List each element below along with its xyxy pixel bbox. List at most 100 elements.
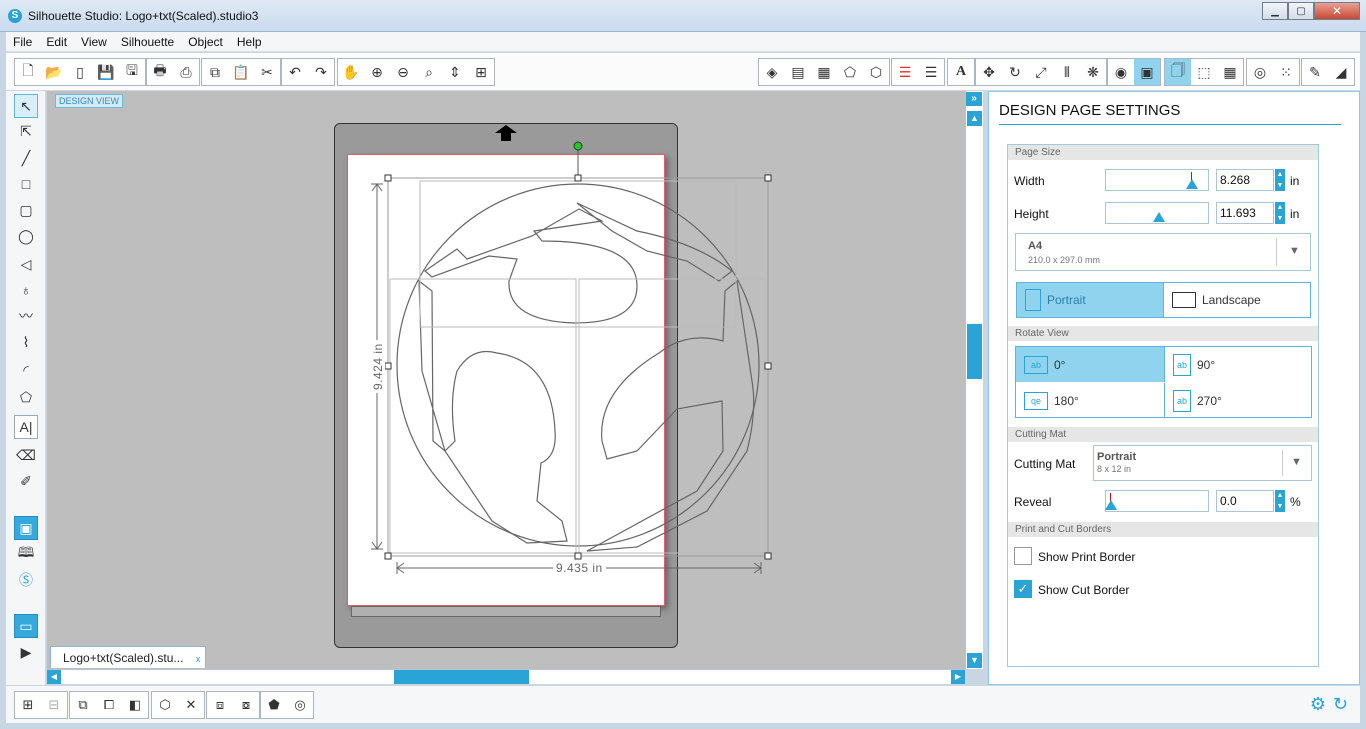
library-icon[interactable]: ▯ (67, 59, 93, 85)
rectangle-tool-icon[interactable]: □ (14, 172, 38, 196)
zoom-in-icon[interactable]: ⊕ (364, 59, 390, 85)
panel-toggle-icon[interactable]: ▭ (14, 614, 38, 638)
height-input[interactable]: 11.693 (1216, 202, 1274, 224)
document-tab[interactable]: Logo+txt(Scaled).stu... x (50, 646, 207, 670)
line-width-icon[interactable]: ☰ (918, 59, 944, 85)
scroll-right-icon[interactable]: ▶ (951, 670, 965, 684)
make-compound-path-icon[interactable]: ⧉ (70, 692, 96, 718)
select-tool-icon[interactable]: ↖ (14, 94, 38, 118)
delete-icon[interactable]: ✕ (178, 692, 204, 718)
line-color-icon[interactable]: ⬠ (837, 59, 863, 85)
fill-color-icon[interactable]: ◈ (759, 59, 785, 85)
release-compound-path-icon[interactable]: ⧠ (96, 692, 122, 718)
rotate-180-button[interactable]: qe 180° (1016, 383, 1164, 418)
reveal-spinner[interactable]: ▲ ▼ (1275, 490, 1285, 512)
open-folder-icon[interactable]: 📂 (41, 59, 67, 85)
close-button[interactable]: ✕ (1314, 2, 1360, 20)
width-slider[interactable] (1105, 169, 1209, 191)
transform-icon[interactable]: ✥ (976, 59, 1002, 85)
landscape-button[interactable]: Landscape (1163, 282, 1311, 318)
refresh-icon[interactable]: ↻ (1333, 694, 1348, 715)
fill-gradient-icon[interactable]: ▤ (785, 59, 811, 85)
play-icon[interactable]: ▶ (14, 640, 38, 664)
rotate-270-button[interactable]: ab 270° (1164, 383, 1312, 418)
cutting-mat-dropdown[interactable]: Portrait 8 x 12 in ▼ (1093, 445, 1312, 481)
scroll-down-icon[interactable]: ▼ (967, 653, 982, 668)
scroll-left-icon[interactable]: ◀ (47, 670, 61, 684)
menu-help[interactable]: Help (230, 35, 269, 49)
close-tab-icon[interactable]: x (196, 648, 201, 670)
align-icon[interactable]: ⫴ (1054, 59, 1080, 85)
menu-file[interactable]: File (6, 35, 39, 49)
polygon-tool-icon[interactable]: ◁ (14, 252, 38, 276)
zoom-selection-icon[interactable]: ⌕ (416, 59, 442, 85)
reveal-input[interactable]: 0.0 (1216, 490, 1274, 512)
menu-edit[interactable]: Edit (39, 35, 74, 49)
merge-icon[interactable]: ◧ (122, 692, 148, 718)
grid-icon[interactable]: ▦ (1217, 59, 1243, 85)
portrait-button[interactable]: Portrait (1016, 282, 1164, 318)
new-file-icon[interactable]: 🗋 (15, 59, 41, 85)
library-view-icon[interactable]: 🕮 (14, 542, 38, 566)
offset-icon[interactable]: ◉ (1108, 59, 1134, 85)
menu-silhouette[interactable]: Silhouette (114, 35, 181, 49)
duplicate-icon[interactable]: ⬡ (152, 692, 178, 718)
freehand-tool-icon[interactable]: 〰 (14, 304, 38, 328)
save-icon[interactable]: 💾 (93, 59, 119, 85)
rotate-90-button[interactable]: ab 90° (1164, 347, 1312, 382)
color-lines-icon[interactable]: ☰ (892, 59, 918, 85)
text-tool-icon[interactable]: A| (14, 415, 38, 439)
cut-settings-icon[interactable]: ◎ (1247, 59, 1273, 85)
redo-icon[interactable]: ↷ (308, 59, 334, 85)
collapse-panel-icon[interactable]: » (966, 92, 982, 106)
menu-view[interactable]: View (74, 35, 114, 49)
fill-pattern-icon[interactable]: ▦ (811, 59, 837, 85)
copy-icon[interactable]: ⧉ (202, 59, 228, 85)
reveal-slider[interactable] (1105, 490, 1209, 512)
eraser-tool-icon[interactable]: ⌫ (14, 443, 38, 467)
smooth-freehand-tool-icon[interactable]: ⌇ (14, 330, 38, 354)
regular-polygon-tool-icon[interactable]: ⬠ (14, 385, 38, 409)
minimize-button[interactable]: ▁ (1262, 2, 1288, 20)
scale-icon[interactable]: ⤢ (1028, 59, 1054, 85)
bring-to-front-icon[interactable]: ⧈ (207, 692, 233, 718)
text-style-icon[interactable]: A (948, 59, 974, 85)
save-to-library-icon[interactable]: 🖫 (119, 59, 145, 85)
page-size-dropdown[interactable]: A4 210.0 x 297.0 mm ▼ (1015, 233, 1311, 271)
arc-tool-icon[interactable]: ◜ (14, 358, 38, 382)
line-style-icon[interactable]: ⬡ (863, 59, 889, 85)
vertical-scrollbar[interactable]: ▲ ▼ (965, 91, 983, 669)
width-spinner[interactable]: ▲ ▼ (1275, 169, 1285, 191)
rounded-rectangle-tool-icon[interactable]: ▢ (14, 198, 38, 222)
horizontal-scrollbar[interactable]: ◀ ▶ (47, 669, 965, 684)
show-print-border-checkbox[interactable] (1014, 547, 1032, 565)
page-settings-icon[interactable]: 🗍 (1165, 59, 1191, 85)
print-icon[interactable]: 🖶 (147, 59, 173, 85)
ellipse-tool-icon[interactable]: ◯ (14, 224, 38, 248)
paste-icon[interactable]: 📋 (228, 59, 254, 85)
trace-icon[interactable]: ▣ (1134, 59, 1160, 85)
rotate-icon[interactable]: ↻ (1002, 59, 1028, 85)
menu-object[interactable]: Object (181, 35, 230, 49)
fit-to-window-icon[interactable]: ⊞ (468, 59, 494, 85)
knife-tool-icon[interactable]: ✐ (14, 469, 38, 493)
registration-marks-icon[interactable]: ⬚ (1191, 59, 1217, 85)
height-spinner[interactable]: ▲ ▼ (1275, 202, 1285, 224)
width-input[interactable]: 8.268 (1216, 169, 1274, 191)
store-view-icon[interactable]: Ⓢ (14, 568, 38, 592)
rotate-0-button[interactable]: ab 0° (1016, 347, 1164, 382)
send-to-silhouette-icon[interactable]: ⎙ (173, 59, 199, 85)
scroll-up-icon[interactable]: ▲ (967, 111, 982, 126)
show-cut-border-checkbox[interactable]: ✓ (1014, 580, 1032, 598)
design-canvas[interactable]: DESIGN VIEW 9.435 in 9.424 in (47, 91, 965, 669)
zoom-drag-icon[interactable]: ⇕ (442, 59, 468, 85)
design-view-tool-icon[interactable]: ▣ (14, 516, 38, 540)
store-icon[interactable]: ◢ (1328, 59, 1354, 85)
design-artwork[interactable] (47, 91, 965, 669)
undo-icon[interactable]: ↶ (282, 59, 308, 85)
line-tool-icon[interactable]: ╱ (14, 146, 38, 170)
weld-icon[interactable]: ⬟ (261, 692, 287, 718)
send-to-back-icon[interactable]: ⧇ (233, 692, 259, 718)
curve-tool-icon[interactable]: ♁ (14, 278, 38, 302)
height-slider[interactable] (1105, 202, 1209, 224)
